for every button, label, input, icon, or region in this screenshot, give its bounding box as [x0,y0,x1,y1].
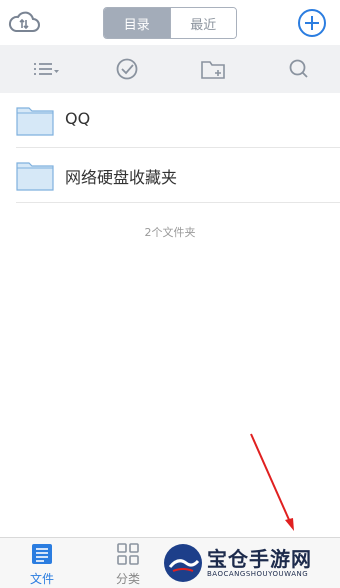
tab-files[interactable]: 文件 [12,542,72,586]
search-icon[interactable] [287,57,313,81]
list-item[interactable]: QQ [0,93,340,147]
watermark-subtitle: BAOCANGSHOUYOUWANG [207,570,309,578]
folder-icon [16,159,54,191]
check-circle-icon[interactable] [115,57,141,81]
list-sort-icon[interactable] [32,57,59,81]
watermark-logo [163,543,203,583]
tab-label: 分类 [115,572,140,586]
add-icon[interactable] [297,8,327,38]
grid-icon [116,542,140,566]
item-name: 网络硬盘收藏夹 [65,168,178,187]
cloud-sync-icon[interactable] [8,10,40,36]
tab-directory[interactable]: 目录 [104,8,170,38]
toolbar [0,45,340,93]
folder-icon [16,104,54,136]
view-segmented-control: 目录 最近 [103,7,237,39]
top-bar: 目录 最近 [0,0,340,45]
watermark-title: 宝仓手游网 [207,547,312,571]
folder-add-icon[interactable] [200,57,226,81]
file-list-icon [30,542,54,566]
divider [16,202,340,203]
tab-label: 文件 [29,572,54,586]
watermark: 宝仓手游网 BAOCANGSHOUYOUWANG [163,541,335,585]
item-name: QQ [65,109,91,128]
tab-category[interactable]: 分类 [98,542,158,586]
list-item[interactable]: 网络硬盘收藏夹 [0,148,340,202]
folder-count: 2个文件夹 [144,226,196,239]
tab-recent[interactable]: 最近 [169,8,236,38]
